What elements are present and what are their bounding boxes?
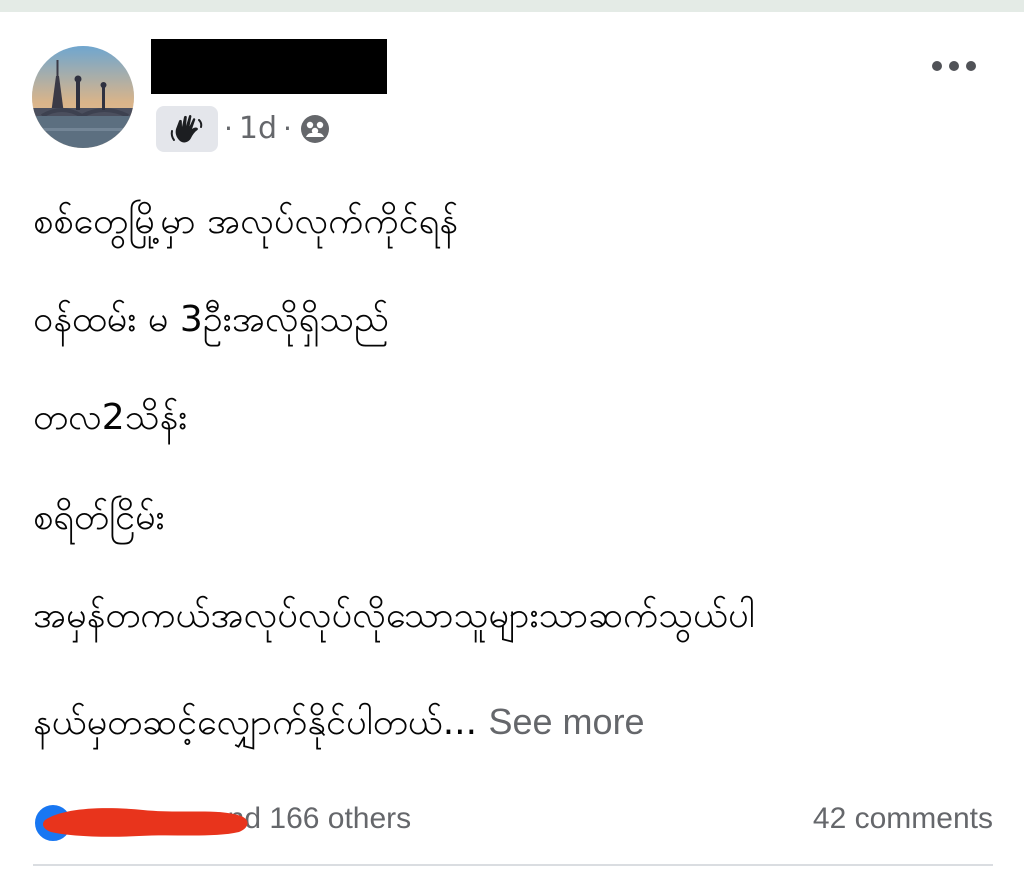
top-strip — [0, 0, 1024, 12]
post-line-6-text: နယ်မှတဆင့်လျှောက်နိုင်ပါတယ်... — [33, 702, 478, 743]
post-line-6: နယ်မှတဆင့်လျှောက်နိုင်ပါတယ်... See more — [33, 700, 645, 745]
post-line-3: တလ2သိန်း — [33, 397, 188, 438]
post-line-4: စရိတ်ငြိမ်း — [33, 497, 165, 538]
waving-hand-icon[interactable] — [156, 106, 218, 152]
avatar-photo — [32, 46, 134, 148]
comments-link[interactable]: 42 comments — [813, 802, 993, 836]
more-options-button[interactable] — [932, 58, 976, 74]
author-name-redacted[interactable] — [151, 39, 387, 94]
post-line-5: အမှန်တကယ်အလုပ်လုပ်လိုသောသူများသာဆက်သွယ်ပ… — [33, 595, 755, 636]
see-more-link[interactable]: See more — [489, 701, 645, 742]
footer-divider — [33, 864, 993, 866]
friends-group-icon[interactable] — [298, 112, 332, 146]
post-line-1: စစ်တွေမြို့မှာ အလုပ်လုက်ကိုင်ရန် — [33, 201, 458, 242]
author-avatar[interactable] — [32, 46, 134, 148]
post-card: · 1d · စစ်တွေမြို့မှာ အလုပ်လုက်ကိုင်ရန် … — [0, 12, 1024, 894]
redaction-mark — [43, 808, 248, 837]
more-dot — [966, 61, 976, 71]
post-footer: and 166 others 42 comments — [33, 794, 993, 844]
meta-separator: · — [283, 112, 292, 145]
post-meta: · 1d · — [156, 106, 332, 152]
more-horizontal-icon — [932, 61, 942, 71]
meta-separator: · — [224, 112, 233, 145]
post-line-2: ဝန်ထမ်း မ 3ဦးအလိုရှိသည် — [33, 299, 389, 340]
post-timestamp[interactable]: 1d — [239, 114, 277, 144]
more-dot — [949, 61, 959, 71]
